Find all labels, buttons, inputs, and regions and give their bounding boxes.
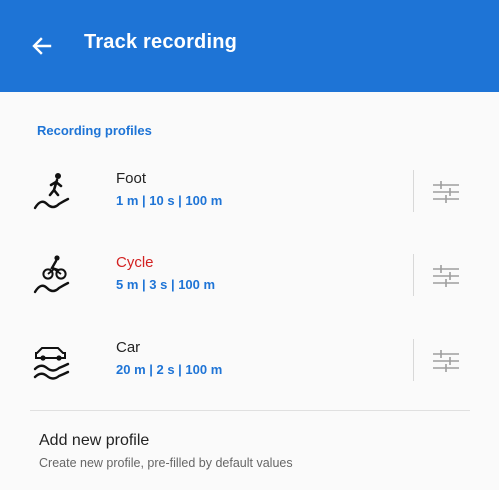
cycling-track-icon — [33, 255, 70, 294]
add-profile-title: Add new profile — [39, 432, 150, 449]
profile-settings-summary: 5 m | 3 s | 100 m — [116, 277, 216, 292]
profile-settings-summary: 1 m | 10 s | 100 m — [116, 193, 223, 208]
add-new-profile-item[interactable]: Add new profile Create new profile, pre-… — [30, 420, 470, 476]
profile-settings-button-cycle[interactable] — [429, 262, 463, 290]
list-divider — [30, 410, 470, 411]
profile-row-foot[interactable]: Foot 1 m | 10 s | 100 m — [30, 166, 470, 224]
arrow-left-icon — [32, 37, 52, 55]
profile-settings-summary: 20 m | 2 s | 100 m — [116, 362, 223, 377]
profile-settings-button-car[interactable] — [429, 347, 463, 375]
back-button[interactable] — [24, 28, 60, 64]
app-bar: Track recording — [0, 0, 499, 92]
section-header: Recording profiles — [37, 123, 152, 138]
profile-name: Car — [116, 339, 141, 356]
car-track-icon — [33, 347, 70, 380]
profile-settings-button-foot[interactable] — [429, 178, 463, 206]
settings-list: Recording profiles Foot 1 m | 10 s | 100… — [0, 92, 499, 490]
profile-row-car[interactable]: Car 20 m | 2 s | 100 m — [30, 335, 470, 393]
sliders-icon — [433, 350, 459, 372]
row-divider — [413, 170, 414, 212]
add-profile-description: Create new profile, pre-filled by defaul… — [39, 456, 293, 470]
sliders-icon — [433, 265, 459, 287]
profile-name: Cycle — [116, 254, 154, 271]
track-recording-screen: Track recording Recording profiles Foot … — [0, 0, 499, 490]
sliders-icon — [433, 181, 459, 203]
row-divider — [413, 254, 414, 296]
page-title: Track recording — [84, 31, 238, 53]
row-divider — [413, 339, 414, 381]
profile-name: Foot — [116, 170, 147, 187]
walking-track-icon — [33, 173, 70, 210]
profile-row-cycle[interactable]: Cycle 5 m | 3 s | 100 m — [30, 250, 470, 308]
